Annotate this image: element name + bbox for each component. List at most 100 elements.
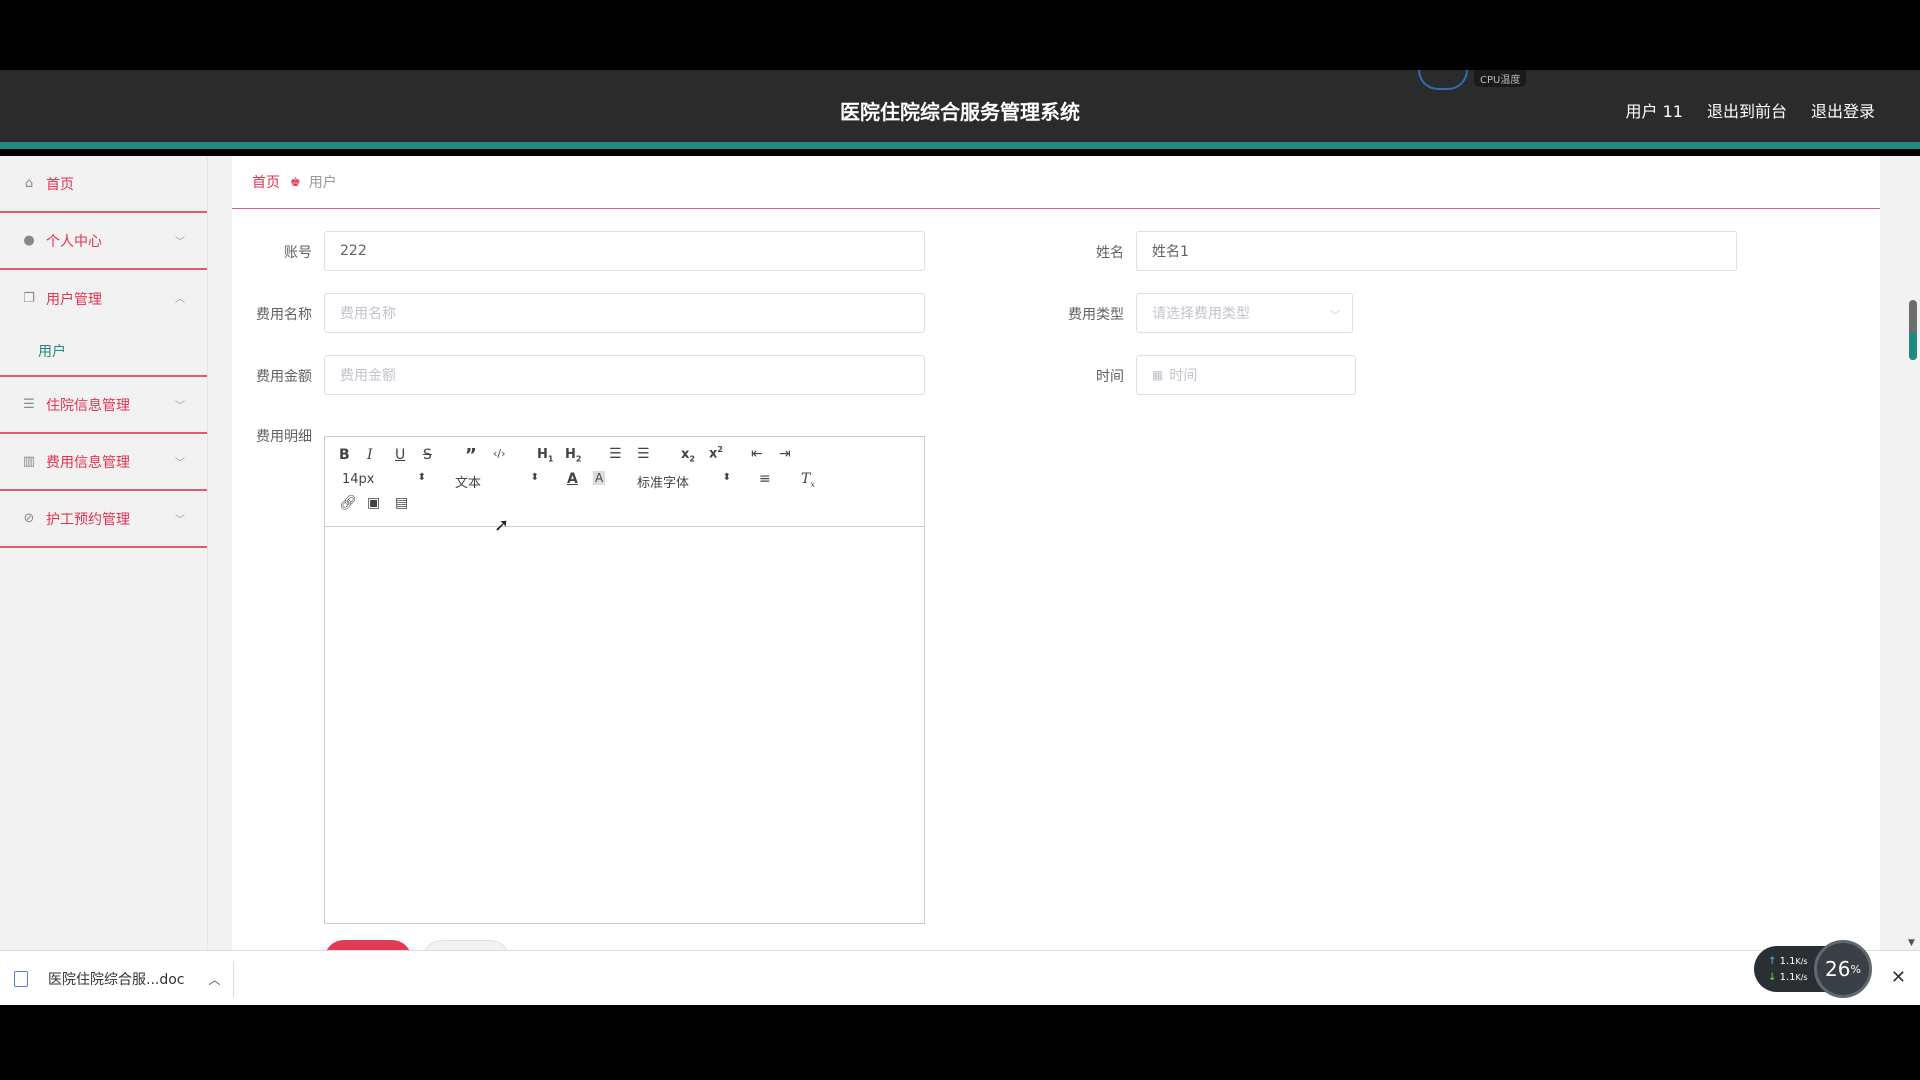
italic-icon[interactable]: I xyxy=(367,447,373,463)
sidebar: ⌂ 首页 ● 个人中心 ﹀ ❐ 用户管理 ︿ 用户 ☰ 住院信息管理 ﹀ ▥ 费… xyxy=(0,156,208,950)
bell-off-icon: ⊘ xyxy=(23,511,35,526)
updown-icon: ⬍ xyxy=(417,472,426,483)
cpu-usage-badge[interactable]: 26% xyxy=(1814,940,1872,998)
chart-icon: ▥ xyxy=(22,454,36,469)
chevron-down-icon: ﹀ xyxy=(175,458,185,469)
sidebar-item-inpatient-info[interactable]: ☰ 住院信息管理 ﹀ xyxy=(0,377,207,434)
heading-1-icon[interactable]: H1 xyxy=(537,447,553,464)
text-color-icon[interactable]: A xyxy=(567,471,578,487)
copy-icon: ❐ xyxy=(23,291,35,306)
document-icon xyxy=(14,971,28,987)
download-bar: 医院住院综合服...doc ︿ ✕ xyxy=(0,950,1920,1005)
time-placeholder: 时间 xyxy=(1169,368,1198,384)
breadcrumb-separator-icon: ♚ xyxy=(290,175,301,189)
link-icon[interactable]: 🔗︎ xyxy=(339,495,357,511)
sidebar-item-caregiver-booking[interactable]: ⊘ 护工预约管理 ﹀ xyxy=(0,491,207,548)
body-area: ⌂ 首页 ● 个人中心 ﹀ ❐ 用户管理 ︿ 用户 ☰ 住院信息管理 ﹀ ▥ 费… xyxy=(0,156,1920,960)
fee-detail-label: 费用明细 xyxy=(256,429,312,445)
ordered-list-icon[interactable]: ☰ xyxy=(609,446,622,462)
updown-icon: ⬍ xyxy=(722,472,731,483)
updown-icon: ⬍ xyxy=(530,472,539,483)
bullet-list-icon[interactable]: ☰ xyxy=(637,446,650,462)
sidebar-item-label: 用户管理 xyxy=(46,291,102,308)
underline-icon[interactable]: U xyxy=(395,447,405,463)
outdent-icon[interactable]: ⇤ xyxy=(751,446,763,462)
screen: CPU温度 医院住院综合服务管理系统 用户 11 退出到前台 退出登录 ⌂ 首页… xyxy=(0,0,1920,1080)
breadcrumb: 首页 ♚ 用户 xyxy=(232,156,1880,209)
header-select[interactable]: 文本 ⬍ xyxy=(455,472,539,491)
font-family-select[interactable]: 标准字体 ⬍ xyxy=(637,472,731,491)
main-panel: 首页 ♚ 用户 账号 222 姓名 姓名1 费用名称 费用名称 费用类型 请选择… xyxy=(232,156,1880,960)
sidebar-item-home[interactable]: ⌂ 首页 xyxy=(0,156,207,213)
code-block-icon[interactable]: ‹/› xyxy=(493,447,506,460)
blockquote-icon[interactable]: ” xyxy=(465,445,477,466)
chevron-up-icon[interactable]: ︿ xyxy=(209,971,221,988)
list-icon: ☰ xyxy=(23,397,35,412)
user-link[interactable]: 用户 11 xyxy=(1626,98,1683,122)
cpu-gauge-icon xyxy=(1418,70,1468,90)
font-size-select[interactable]: 14px ⬍ xyxy=(342,472,426,487)
clear-format-icon[interactable]: Tx xyxy=(801,471,815,489)
header-select-value: 文本 xyxy=(455,476,482,491)
image-icon[interactable]: ▣ xyxy=(367,495,380,511)
sidebar-item-fee-info[interactable]: ▥ 费用信息管理 ﹀ xyxy=(0,434,207,491)
account-input[interactable]: 222 xyxy=(324,231,925,271)
chevron-up-icon: ︿ xyxy=(175,294,185,305)
app-header: CPU温度 医院住院综合服务管理系统 用户 11 退出到前台 退出登录 xyxy=(0,70,1920,149)
breadcrumb-home[interactable]: 首页 xyxy=(252,172,280,192)
scrollbar[interactable]: ▼ xyxy=(1906,156,1920,950)
upload-speed: ↑ 1.1K/s xyxy=(1768,956,1808,967)
fee-type-placeholder: 请选择费用类型 xyxy=(1152,306,1250,322)
logout-link[interactable]: 退出登录 xyxy=(1811,98,1875,122)
sidebar-item-label: 个人中心 xyxy=(46,233,102,250)
sidebar-item-label: 费用信息管理 xyxy=(46,454,130,471)
align-icon[interactable]: ≡ xyxy=(759,471,771,487)
name-label: 姓名 xyxy=(1096,245,1124,261)
exit-to-front-link[interactable]: 退出到前台 xyxy=(1707,98,1787,122)
bold-icon[interactable]: B xyxy=(339,447,350,463)
sidebar-item-user-management[interactable]: ❐ 用户管理 ︿ xyxy=(0,270,207,327)
strikethrough-icon[interactable]: S xyxy=(423,447,432,463)
chevron-down-icon: ﹀ xyxy=(175,401,185,412)
sidebar-item-label: 首页 xyxy=(46,176,74,193)
indent-icon[interactable]: ⇥ xyxy=(779,446,791,462)
cpu-label: CPU温度 xyxy=(1474,70,1527,87)
editor-content-area[interactable] xyxy=(325,527,924,923)
fee-name-input[interactable]: 费用名称 xyxy=(324,293,925,333)
editor-toolbar: B I U S ” ‹/› H1 H2 ☰ ☰ x2 x2 ⇤ ⇥ 14px ⬍… xyxy=(325,437,924,527)
fee-name-label: 费用名称 xyxy=(256,307,312,323)
name-input[interactable]: 姓名1 xyxy=(1136,231,1737,271)
heading-2-icon[interactable]: H2 xyxy=(565,447,581,464)
subscript-icon[interactable]: x2 xyxy=(681,447,695,464)
chevron-down-icon: ﹀ xyxy=(175,515,185,526)
font-size-value: 14px xyxy=(342,472,375,487)
superscript-icon[interactable]: x2 xyxy=(709,445,723,461)
sidebar-item-personal-center[interactable]: ● 个人中心 ﹀ xyxy=(0,213,207,270)
cpu-usage-value: 26 xyxy=(1825,957,1851,981)
mouse-cursor-icon: ➚ xyxy=(494,515,510,536)
home-icon: ⌂ xyxy=(24,176,34,191)
calendar-icon: ▦ xyxy=(1152,368,1164,382)
breadcrumb-current: 用户 xyxy=(308,175,337,191)
close-icon[interactable]: ✕ xyxy=(1891,967,1906,988)
fee-type-select[interactable]: 请选择费用类型 ﹀ xyxy=(1136,293,1353,333)
download-item[interactable]: 医院住院综合服...doc ︿ xyxy=(14,969,221,989)
download-filename: 医院住院综合服...doc xyxy=(48,972,185,988)
sidebar-item-label: 护工预约管理 xyxy=(46,511,130,528)
fee-amount-input[interactable]: 费用金额 xyxy=(324,355,925,395)
scroll-accent xyxy=(1909,332,1917,360)
account-label: 账号 xyxy=(284,245,312,261)
scroll-down-arrow-icon[interactable]: ▼ xyxy=(1908,938,1915,948)
fee-amount-label: 费用金额 xyxy=(256,369,312,385)
fee-type-label: 费用类型 xyxy=(1068,307,1124,323)
font-family-value: 标准字体 xyxy=(637,476,690,491)
up-arrow-icon: ↑ xyxy=(1768,956,1777,967)
background-color-icon[interactable]: A xyxy=(593,471,606,485)
divider xyxy=(233,961,234,997)
down-arrow-icon: ↓ xyxy=(1768,972,1777,983)
video-icon[interactable]: ▤ xyxy=(395,495,408,511)
time-label: 时间 xyxy=(1096,369,1124,385)
time-picker[interactable]: ▦ 时间 xyxy=(1136,355,1356,395)
chevron-down-icon: ﹀ xyxy=(175,237,185,248)
sidebar-subitem-user[interactable]: 用户 xyxy=(0,327,207,377)
